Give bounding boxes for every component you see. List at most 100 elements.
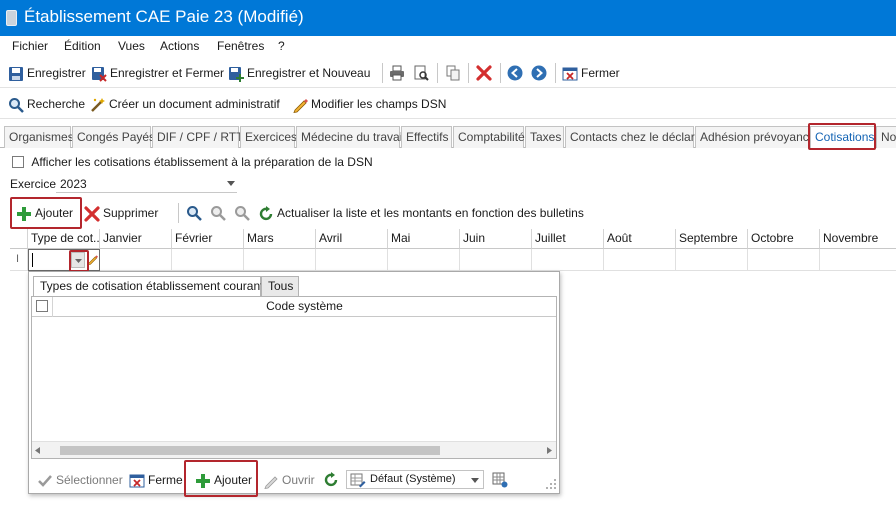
dropdown-button[interactable] — [71, 252, 85, 268]
menu-fichier[interactable]: Fichier — [12, 39, 48, 53]
column-header-code-systeme[interactable]: Code système — [53, 297, 556, 317]
menu-actions[interactable]: Actions — [160, 39, 199, 53]
grid-cell[interactable] — [460, 249, 532, 271]
grid-cell[interactable] — [388, 249, 460, 271]
tab-types-courants[interactable]: Types de cotisation établissement couran… — [33, 276, 269, 297]
search-icon[interactable] — [186, 205, 202, 221]
show-dsn-option[interactable]: Afficher les cotisations établissement à… — [12, 154, 373, 169]
tab-exercices[interactable]: Exercices — [240, 126, 297, 148]
next-icon[interactable] — [531, 65, 547, 81]
popup-close-button[interactable]: Fermer — [129, 471, 183, 489]
close-label: Fermer — [581, 66, 620, 80]
create-document-button[interactable]: Créer un document administratif — [90, 95, 280, 113]
tab-dif-cpf-rtt[interactable]: DIF / CPF / RTT — [152, 126, 243, 148]
popup-list-header: Code système — [32, 297, 556, 317]
column-header-fevrier[interactable]: Février — [172, 229, 244, 249]
column-header-octobre[interactable]: Octobre — [748, 229, 820, 249]
open-button[interactable]: Ouvrir — [263, 471, 315, 489]
column-header-juillet[interactable]: Juillet — [532, 229, 604, 249]
column-header-novembre[interactable]: Novembre — [820, 229, 896, 249]
tab-tous[interactable]: Tous — [261, 276, 299, 297]
grid-cell[interactable] — [172, 249, 244, 271]
tab-not[interactable]: Not — [876, 126, 896, 148]
grid-settings-icon[interactable] — [492, 472, 508, 488]
show-dsn-checkbox[interactable] — [12, 155, 24, 168]
tab-adhesion-prevoyance[interactable]: Adhésion prévoyance — [695, 126, 815, 148]
grid-cell[interactable] — [604, 249, 676, 271]
text-cursor — [32, 253, 33, 267]
scrollbar-thumb[interactable] — [60, 446, 440, 455]
select-all-checkbox[interactable] — [36, 300, 48, 312]
resize-grip-icon[interactable] — [545, 478, 557, 490]
grid-cell[interactable] — [100, 249, 172, 271]
column-header-type[interactable]: Type de cot... — [28, 229, 100, 249]
grid-cell[interactable] — [244, 249, 316, 271]
save-new-button[interactable]: Enregistrer et Nouveau — [228, 64, 370, 82]
row-indicator: I — [10, 249, 28, 271]
window-title: Établissement CAE Paie 23 (Modifié) — [24, 7, 304, 26]
grid-delete-label: Supprimer — [103, 206, 159, 220]
refresh-button[interactable]: Actualiser la liste et les montants en f… — [258, 204, 584, 222]
menu-edition[interactable]: Édition — [64, 39, 101, 53]
previous-icon[interactable] — [507, 65, 523, 81]
column-header-mars[interactable]: Mars — [244, 229, 316, 249]
tab-medecine-travail[interactable]: Médecine du travail — [296, 126, 405, 148]
pencil-icon[interactable] — [87, 254, 98, 265]
menu-fenetres[interactable]: Fenêtres — [217, 39, 264, 53]
search-button[interactable]: Recherche — [8, 95, 85, 113]
grid-cell[interactable] — [676, 249, 748, 271]
grid-cell[interactable] — [820, 249, 896, 271]
tab-taxes[interactable]: Taxes — [525, 126, 564, 148]
edit-dsn-button[interactable]: Modifier les champs DSN — [292, 95, 446, 113]
tab-conges-payes[interactable]: Congés Payés — [72, 126, 155, 148]
menu-help[interactable]: ? — [278, 39, 285, 53]
exercice-select[interactable]: 2023 — [56, 175, 237, 193]
refresh-icon[interactable] — [323, 472, 339, 488]
tab-effectifs[interactable]: Effectifs — [401, 126, 452, 148]
grid-cell[interactable] — [316, 249, 388, 271]
popup-add-button[interactable]: Ajouter — [195, 471, 252, 489]
edit-dsn-label: Modifier les champs DSN — [311, 97, 447, 111]
view-select[interactable]: Défaut (Système) — [346, 470, 484, 489]
delete-icon[interactable] — [476, 65, 492, 81]
grid-cell[interactable] — [532, 249, 604, 271]
select-button[interactable]: Sélectionner — [37, 471, 123, 489]
print-preview-icon[interactable] — [413, 65, 429, 81]
popup-list: Code système — [31, 296, 557, 459]
close-button[interactable]: Fermer — [562, 64, 620, 82]
grid-cell[interactable] — [748, 249, 820, 271]
delete-icon — [84, 206, 100, 222]
close-window-icon — [562, 67, 578, 81]
grid-add-button[interactable]: Ajouter — [16, 204, 73, 222]
search-previous-icon[interactable] — [234, 205, 250, 221]
scroll-left-icon[interactable] — [35, 447, 40, 454]
save-label: Enregistrer — [27, 66, 86, 80]
main-toolbar: Enregistrer Enregistrer et Fermer Enregi… — [0, 58, 896, 88]
toolbar-separator — [437, 63, 438, 83]
column-header-avril[interactable]: Avril — [316, 229, 388, 249]
grid-delete-button[interactable]: Supprimer — [84, 204, 158, 222]
copy-icon[interactable] — [445, 65, 461, 81]
save-button[interactable]: Enregistrer — [8, 64, 86, 82]
save-close-label: Enregistrer et Fermer — [110, 66, 225, 80]
column-header-janvier[interactable]: Janvier — [100, 229, 172, 249]
grid-add-label: Ajouter — [35, 206, 74, 220]
menu-vues[interactable]: Vues — [118, 39, 145, 53]
popup-add-label: Ajouter — [214, 473, 253, 487]
secondary-toolbar: Recherche Créer un document administrati… — [0, 89, 896, 119]
column-header-septembre[interactable]: Septembre — [676, 229, 748, 249]
tab-comptabilite[interactable]: Comptabilité — [453, 126, 525, 148]
column-header-aout[interactable]: Août — [604, 229, 676, 249]
scroll-right-icon[interactable] — [547, 447, 552, 454]
column-header-mai[interactable]: Mai — [388, 229, 460, 249]
save-close-button[interactable]: Enregistrer et Fermer — [91, 64, 224, 82]
search-next-icon[interactable] — [210, 205, 226, 221]
tab-cotisations[interactable]: Cotisations — [810, 126, 875, 149]
print-icon[interactable] — [389, 65, 405, 81]
tab-contacts[interactable]: Contacts chez le déclaré — [565, 126, 701, 148]
column-header-juin[interactable]: Juin — [460, 229, 532, 249]
tab-organismes[interactable]: Organismes — [4, 126, 74, 148]
horizontal-scrollbar[interactable] — [32, 441, 556, 458]
type-cotisation-editor[interactable] — [28, 249, 100, 271]
magic-wand-icon — [91, 97, 105, 112]
